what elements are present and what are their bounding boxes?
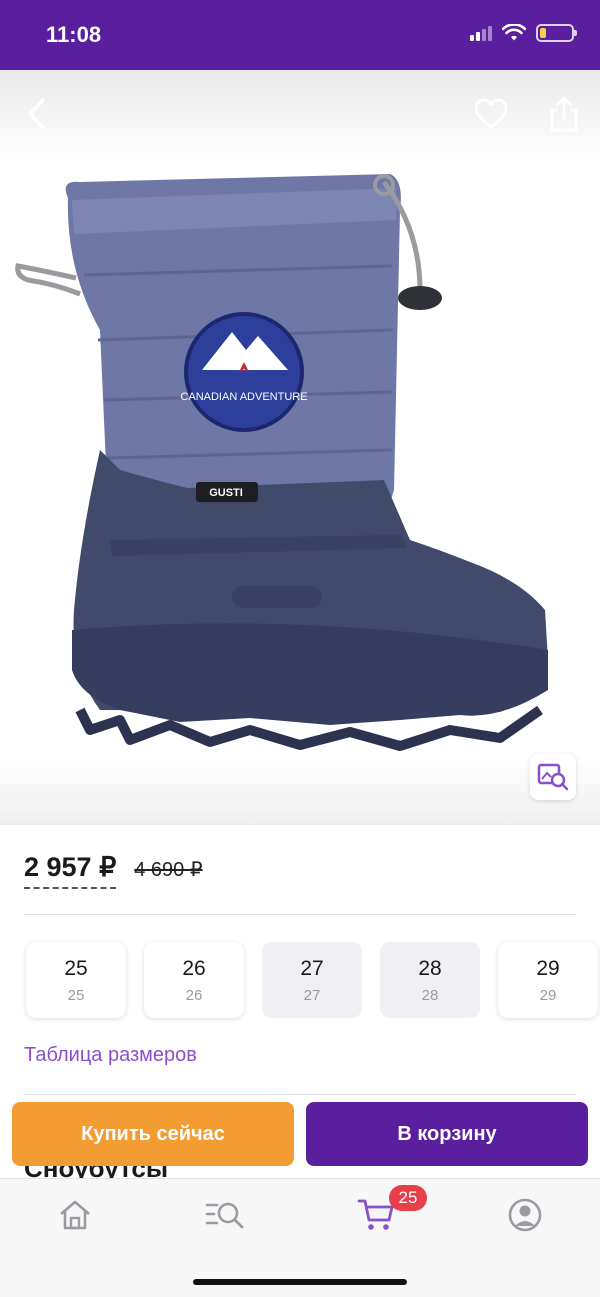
size-label: 27 <box>300 956 324 980</box>
action-bar: Купить сейчас В корзину <box>12 1102 588 1166</box>
back-button[interactable] <box>14 92 58 136</box>
add-to-cart-button[interactable]: В корзину <box>306 1102 588 1166</box>
home-indicator <box>193 1279 407 1285</box>
chevron-left-icon <box>28 98 45 130</box>
tab-home[interactable] <box>45 1195 105 1235</box>
size-selector: 25 25 26 26 27 27 28 28 29 29 <box>26 942 598 1018</box>
product-image: CANADIAN ADVENTURE GUSTI <box>15 174 548 751</box>
size-sublabel: 28 <box>421 986 439 1004</box>
size-option-25[interactable]: 25 25 <box>26 942 126 1018</box>
cellular-signal-icon <box>470 25 492 41</box>
product-image-gallery[interactable]: CANADIAN ADVENTURE GUSTI <box>0 70 600 825</box>
catalog-search-icon <box>205 1202 244 1229</box>
price-row: 2 957 ₽ 4 690 ₽ <box>24 852 576 912</box>
size-label: 28 <box>418 956 442 980</box>
home-icon <box>60 1200 90 1230</box>
share-icon <box>550 96 578 132</box>
size-option-29[interactable]: 29 29 <box>498 942 598 1018</box>
share-button[interactable] <box>542 92 586 136</box>
status-icons <box>470 24 577 42</box>
size-sublabel: 29 <box>539 986 557 1004</box>
tab-profile[interactable] <box>495 1195 555 1235</box>
price-old: 4 690 ₽ <box>134 859 203 881</box>
status-bar: 11:08 <box>0 0 600 70</box>
profile-icon <box>508 1198 542 1232</box>
wifi-icon <box>502 24 526 41</box>
size-option-27[interactable]: 27 27 <box>262 942 362 1018</box>
size-label: 26 <box>182 956 206 980</box>
size-sublabel: 25 <box>67 986 85 1004</box>
image-search-button[interactable] <box>530 754 576 800</box>
divider <box>24 914 576 915</box>
heart-icon <box>474 98 508 129</box>
tab-catalog[interactable] <box>195 1195 255 1235</box>
divider <box>24 1094 576 1095</box>
cart-count-badge: 25 <box>389 1185 427 1211</box>
size-label: 25 <box>64 956 88 980</box>
size-sublabel: 26 <box>185 986 203 1004</box>
image-search-icon <box>537 763 569 791</box>
size-option-26[interactable]: 26 26 <box>144 942 244 1018</box>
favorite-button[interactable] <box>469 92 513 136</box>
size-label: 29 <box>536 956 560 980</box>
size-sublabel: 27 <box>303 986 321 1004</box>
buy-now-button[interactable]: Купить сейчас <box>12 1102 294 1166</box>
size-option-28[interactable]: 28 28 <box>380 942 480 1018</box>
brand-tag-text: GUSTI <box>209 487 243 499</box>
size-table-link[interactable]: Таблица размеров <box>24 1044 197 1067</box>
status-time: 11:08 <box>46 22 102 47</box>
battery-icon <box>536 24 577 42</box>
patch-text: CANADIAN ADVENTURE <box>180 391 307 403</box>
price-current[interactable]: 2 957 ₽ <box>24 852 117 889</box>
